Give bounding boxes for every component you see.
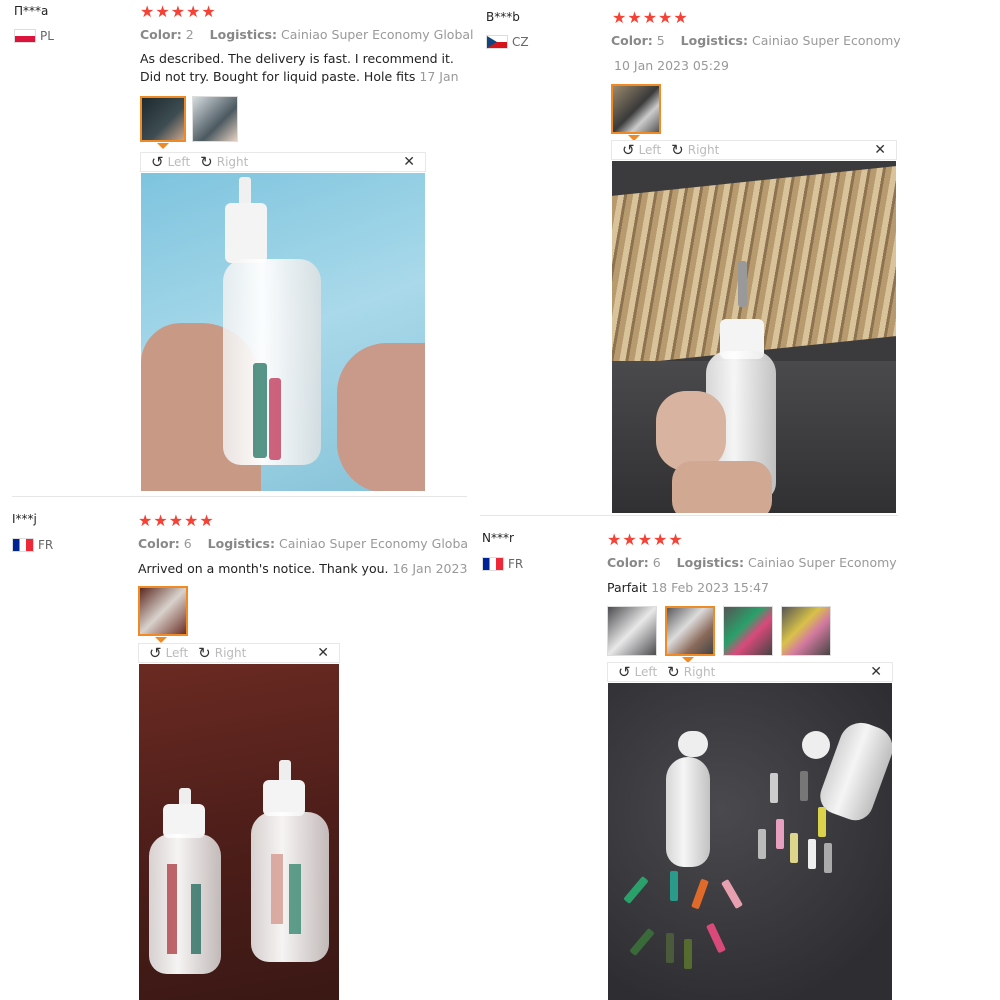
review-photo [612,161,896,513]
photo-thumbnail[interactable] [138,586,188,643]
review-text: Parfait 18 Feb 2023 15:47 [607,580,769,595]
review-meta: Color: 5 Logistics: Cainiao Super Econom… [611,33,905,48]
flag-fr-icon [12,538,34,552]
review-divider [12,496,467,497]
photo-thumbnails [607,606,831,663]
country-code: CZ [512,35,529,49]
photo-thumbnail[interactable] [140,96,186,149]
review-text: Arrived on a month's notice. Thank you. … [138,560,468,580]
image-viewer-toolbar: ↺ Left ↻ Right ✕ [138,643,340,663]
close-icon[interactable]: ✕ [403,154,415,170]
rotate-left-icon: ↺ [618,663,631,681]
reviewer-country: FR [482,557,523,571]
photo-thumbnail[interactable] [611,84,661,141]
rotate-left-button[interactable]: ↺ Left [151,153,190,171]
photo-thumbnails [140,96,238,149]
reviewer-name: N***r [482,531,514,545]
photo-thumbnail[interactable] [781,606,831,656]
image-viewer-toolbar: ↺ Left ↻ Right ✕ [140,152,426,172]
photo-thumbnails [138,586,188,643]
review-date: 16 Jan 2023 0 [392,561,468,576]
rotate-right-button[interactable]: ↻ Right [667,663,715,681]
review-photo [139,664,339,1000]
review-text: As described. The delivery is fast. I re… [140,50,476,88]
rotate-left-button[interactable]: ↺ Left [618,663,657,681]
star-rating: ★★★★★ [140,2,217,21]
rotate-right-icon: ↻ [198,644,211,662]
close-icon[interactable]: ✕ [870,664,882,680]
reviewer-name: I***j [12,512,37,526]
photo-thumbnail[interactable] [723,606,773,656]
reviewer-name: П***а [14,4,49,18]
photo-thumbnail[interactable] [665,606,715,663]
review-date: 18 Feb 2023 15:47 [651,580,769,595]
photo-thumbnail[interactable] [192,96,238,142]
photo-thumbnail[interactable] [607,606,657,656]
country-code: FR [508,557,524,571]
rotate-right-button[interactable]: ↻ Right [671,141,719,159]
rotate-right-button[interactable]: ↻ Right [200,153,248,171]
reviewer-country: PL [14,29,54,43]
rotate-right-button[interactable]: ↻ Right [198,644,246,662]
country-code: PL [40,29,54,43]
image-viewer-toolbar: ↺ Left ↻ Right ✕ [607,662,893,682]
star-rating: ★★★★★ [138,511,215,530]
image-viewer-toolbar: ↺ Left ↻ Right ✕ [611,140,897,160]
rotate-left-icon: ↺ [622,141,635,159]
review-photo [141,173,425,491]
rotate-left-button[interactable]: ↺ Left [622,141,661,159]
rotate-right-icon: ↻ [200,153,213,171]
reviewer-name: B***b [486,10,520,24]
close-icon[interactable]: ✕ [317,645,329,661]
country-code: FR [38,538,54,552]
rotate-left-icon: ↺ [151,153,164,171]
flag-cz-icon [486,35,508,49]
review-text: 10 Jan 2023 05:29 [614,57,904,77]
reviewer-country: CZ [486,35,529,49]
rotate-right-icon: ↻ [671,141,684,159]
review-meta: Color: 2 Logistics: Cainiao Super Econom… [140,27,474,42]
star-rating: ★★★★★ [612,8,689,27]
photo-thumbnails [611,84,661,141]
review-date: 10 Jan 2023 05:29 [614,58,729,73]
review-meta: Color: 6 Logistics: Cainiao Super Econom… [138,536,468,551]
rotate-right-icon: ↻ [667,663,680,681]
star-rating: ★★★★★ [607,530,684,549]
rotate-left-button[interactable]: ↺ Left [149,644,188,662]
review-meta: Color: 6 Logistics: Cainiao Super Econom… [607,555,897,570]
reviewer-country: FR [12,538,53,552]
flag-pl-icon [14,29,36,43]
review-divider [480,515,898,516]
flag-fr-icon [482,557,504,571]
rotate-left-icon: ↺ [149,644,162,662]
close-icon[interactable]: ✕ [874,142,886,158]
review-photo [608,683,892,1000]
